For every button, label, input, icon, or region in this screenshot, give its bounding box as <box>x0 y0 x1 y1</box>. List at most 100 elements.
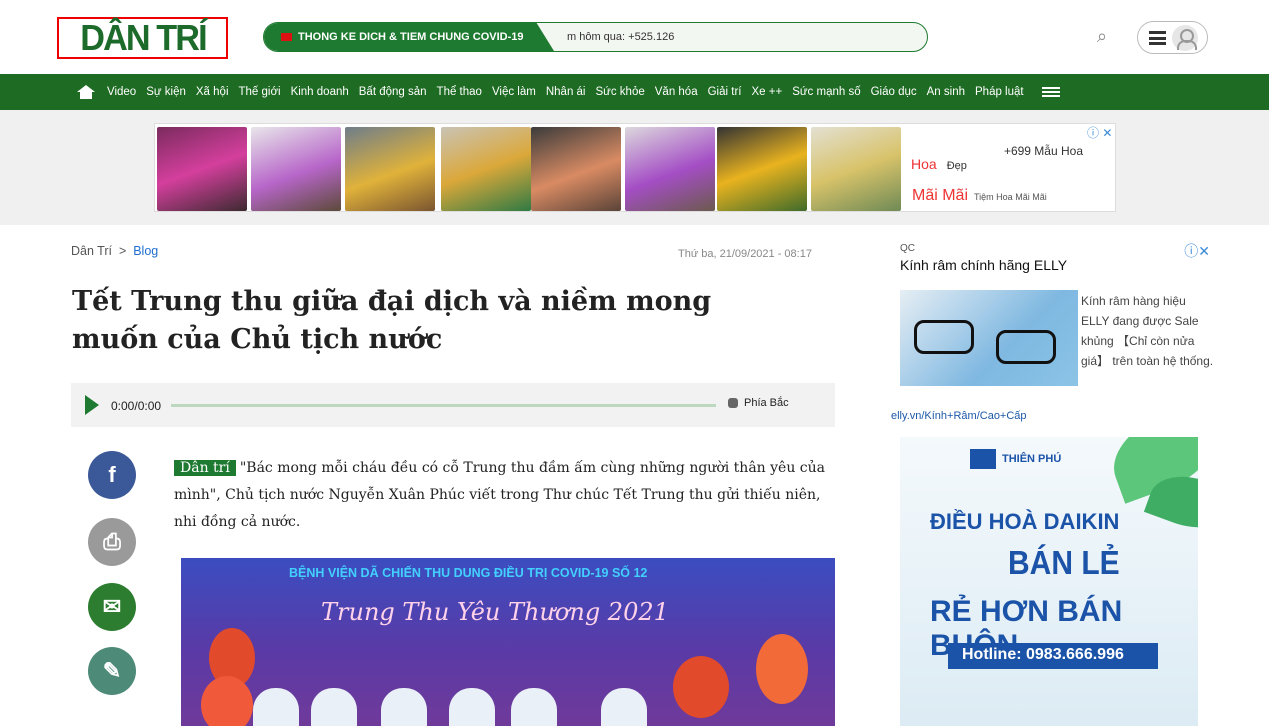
facebook-icon: f <box>108 462 116 487</box>
nav-items: Video Sự kiện Xã hội Thế giới Kinh doanh Bất … <box>75 81 1265 103</box>
ad-flower-photo <box>717 127 807 211</box>
covid-stats-bar[interactable]: THONG KE DICH & TIEM CHUNG COVID-19 m hô… <box>263 22 928 52</box>
logo-mark <box>970 449 996 469</box>
title-line: Tết Trung thu giữa đại dịch và niềm mong <box>72 286 712 317</box>
hotline-text: Hotline: 0983.666.996 <box>962 646 1124 663</box>
source-tag: Dân trí <box>174 460 236 476</box>
nav-item[interactable]: Thể thao <box>437 86 482 98</box>
facebook-share-button[interactable]: f <box>88 451 136 499</box>
breadcrumb-home[interactable]: Dân Trí <box>71 244 112 258</box>
covid-stat: m hôm qua: +525.126 <box>567 31 675 43</box>
ad-flower-photo <box>157 127 247 211</box>
glasses-ad-image[interactable] <box>900 290 1078 386</box>
logo-text: DÂN TRÍ <box>79 17 207 58</box>
article-photo[interactable]: BỆNH VIỆN DÃ CHIẾN THU DUNG ĐIỀU TRỊ COV… <box>181 558 835 726</box>
lantern-decoration <box>201 676 253 726</box>
close-icon[interactable]: ⓘ ✕ <box>1087 124 1112 141</box>
lantern-decoration <box>673 656 729 718</box>
ad-flower-photo <box>625 127 715 211</box>
side-ad-headline[interactable]: Kính râm chính hãng ELLY <box>900 257 1067 273</box>
nav-item[interactable]: Nhân ái <box>546 86 586 98</box>
ad-brand: Hoa <box>911 156 937 172</box>
audio-progress[interactable] <box>171 404 716 407</box>
menu-icon[interactable] <box>1041 87 1060 97</box>
nav-item[interactable]: Xe ++ <box>751 86 782 98</box>
site-logo[interactable]: DÂN TRÍ <box>57 17 228 59</box>
nav-item[interactable]: Giáo dục <box>871 86 917 98</box>
ad-shop: Mãi Mãi <box>912 187 969 204</box>
ad-label: QC <box>900 243 915 254</box>
nav-item[interactable]: Xã hội <box>196 86 229 98</box>
comment-button[interactable]: ✉ <box>88 583 136 631</box>
side-ad-url[interactable]: elly.vn/Kính+Râm/Cao+Cấp <box>891 410 1027 422</box>
chevron-right-icon: > <box>115 244 130 258</box>
edit-button[interactable]: ✎ <box>88 647 136 695</box>
voice-icon <box>728 398 738 409</box>
medical-staff <box>601 688 647 726</box>
side-ad-desc[interactable]: Kính râm hàng hiệu ELLY đang được Sale k… <box>1081 291 1215 371</box>
lantern-decoration <box>756 634 808 704</box>
banner-line2: BÁN LẺ <box>1008 545 1120 582</box>
nav-item[interactable]: Bất động sản <box>359 86 427 98</box>
page: DÂN TRÍ THONG KE DICH & TIEM CHUNG COVID… <box>0 0 1269 726</box>
breadcrumb-section[interactable]: Blog <box>133 244 158 258</box>
ad-flower-photo <box>345 127 435 211</box>
close-icon[interactable]: ⓘ✕ <box>1176 241 1214 260</box>
main-nav: Video Sự kiện Xã hội Thế giới Kinh doanh Bất … <box>0 74 1269 110</box>
menu-icon <box>1149 31 1166 45</box>
ad-shop-line: Mãi Mãi Tiệm Hoa Mãi Mãi <box>892 183 1082 211</box>
publish-date: Thứ ba, 21/09/2021 - 08:17 <box>678 248 812 260</box>
banner-brand: THIÊN PHÚ <box>1002 452 1062 465</box>
covid-flag-icon <box>281 33 292 41</box>
covid-label: THONG KE DICH & TIEM CHUNG COVID-19 <box>298 31 524 43</box>
top-header: DÂN TRÍ THONG KE DICH & TIEM CHUNG COVID… <box>0 0 1269 74</box>
medical-staff <box>253 688 299 726</box>
page-title: Tết Trung thu giữa đại dịch và niềm mong… <box>72 283 772 359</box>
nav-item[interactable]: Sức mạnh số <box>792 86 860 98</box>
title-line: muốn của Chủ tịch nước <box>72 324 443 355</box>
nav-item[interactable]: Pháp luật <box>975 86 1024 98</box>
breadcrumb: Dân Trí > Blog <box>57 244 191 262</box>
audio-time: 0:00/0:00 <box>111 399 162 413</box>
search-icon[interactable]: ⌕ <box>1097 26 1119 48</box>
banner-line1: ĐIỀU HOÀ DAIKIN <box>930 509 1120 534</box>
nav-item[interactable]: Giải trí <box>708 86 742 98</box>
daikin-banner[interactable]: THIÊN PHÚ ĐIỀU HOÀ DAIKIN BÁN LẺ RẺ HƠN … <box>900 437 1198 726</box>
voice-select[interactable]: Phía Bắc <box>728 397 789 409</box>
print-icon: ⎙ <box>103 529 121 554</box>
play-icon[interactable] <box>85 395 99 415</box>
nav-item[interactable]: Việc làm <box>492 86 536 98</box>
medical-staff <box>381 688 427 726</box>
photo-caption: BỆNH VIỆN DÃ CHIẾN THU DUNG ĐIỀU TRỊ COV… <box>289 566 648 580</box>
nav-item[interactable]: Văn hóa <box>655 86 698 98</box>
ad-flower-photo <box>811 127 901 211</box>
medical-staff <box>511 688 557 726</box>
user-icon <box>1172 25 1198 51</box>
account-menu-button[interactable] <box>1137 21 1208 54</box>
nav-item[interactable]: Thế giới <box>239 86 281 98</box>
flower-ad[interactable]: +699 Mẫu Hoa Hoa Đẹp Mãi Mãi Tiệm Hoa Mãi … <box>154 123 1116 212</box>
ad-brand-line: Hoa Đẹp <box>911 156 999 176</box>
ad-flower-photo <box>251 127 341 211</box>
edit-icon: ✎ <box>102 658 122 683</box>
photo-title: Trung Thu Yêu Thương 2021 <box>321 598 669 626</box>
ad-flower-photo <box>441 127 531 211</box>
home-icon[interactable] <box>75 85 97 99</box>
comment-icon: ✉ <box>102 594 122 619</box>
nav-item[interactable]: Kinh doanh <box>291 86 349 98</box>
print-button[interactable]: ⎙ <box>88 518 136 566</box>
article-lead: Dân trí "Bác mong mỗi cháu đều có cỗ Trun… <box>174 455 840 536</box>
banner-hotline: Hotline: 0983.666.996 <box>948 643 1158 669</box>
ad-brand-sub: Đẹp <box>946 160 967 172</box>
ad-shop-sub: Tiệm Hoa Mãi Mãi <box>974 192 1047 202</box>
nav-item[interactable]: Video <box>107 86 136 98</box>
glasses-lens <box>996 330 1056 364</box>
lead-text: "Bác mong mỗi cháu đều có cỗ Trung thu đ… <box>174 460 825 530</box>
ad-flower-photo <box>531 127 621 211</box>
nav-item[interactable]: Sự kiện <box>146 86 186 98</box>
banner-logo: THIÊN PHÚ <box>970 449 1061 469</box>
nav-item[interactable]: Sức khỏe <box>595 86 644 98</box>
glasses-lens <box>914 320 974 354</box>
medical-staff <box>311 688 357 726</box>
nav-item[interactable]: An sinh <box>927 86 965 98</box>
